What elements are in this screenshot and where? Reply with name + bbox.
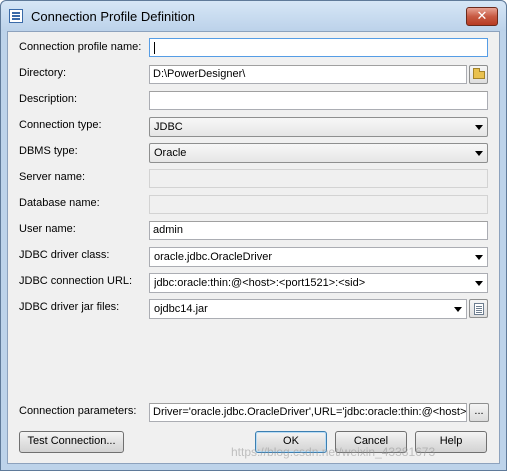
driver-jar-combo[interactable]: ojdbc14.jar xyxy=(149,299,467,319)
connection-url-combo[interactable]: jdbc:oracle:thin:@<host>:<port1521>:<sid… xyxy=(149,273,488,293)
chevron-down-icon xyxy=(475,255,483,260)
connection-parameters-input[interactable]: Driver='oracle.jdbc.OracleDriver',URL='j… xyxy=(149,403,467,422)
connection-type-value: JDBC xyxy=(154,121,183,133)
database-name-input xyxy=(149,195,488,214)
dbms-type-value: Oracle xyxy=(154,147,187,159)
connection-type-select[interactable]: JDBC xyxy=(149,117,488,137)
connection-parameters-ellipsis-button[interactable]: ... xyxy=(469,403,489,422)
dialog-window: Connection Profile Definition ✕ Connecti… xyxy=(0,0,507,471)
driver-class-label: JDBC driver class: xyxy=(19,249,110,261)
document-icon xyxy=(474,303,484,315)
chevron-down-icon xyxy=(475,281,483,286)
chevron-down-icon xyxy=(475,125,483,130)
profile-name-label: Connection profile name: xyxy=(19,41,142,53)
profile-name-input[interactable] xyxy=(149,38,488,57)
close-button[interactable]: ✕ xyxy=(466,7,498,26)
connection-url-label: JDBC connection URL: xyxy=(19,275,133,287)
server-name-input xyxy=(149,169,488,188)
connection-type-label: Connection type: xyxy=(19,119,102,131)
driver-class-combo[interactable]: oracle.jdbc.OracleDriver xyxy=(149,247,488,267)
directory-label: Directory: xyxy=(19,67,67,79)
browse-jar-button[interactable] xyxy=(469,299,488,318)
folder-icon xyxy=(473,68,485,79)
dialog-title: Connection Profile Definition xyxy=(31,9,196,24)
driver-jar-value: ojdbc14.jar xyxy=(154,303,208,315)
test-connection-button[interactable]: Test Connection... xyxy=(19,431,124,453)
dbms-type-label: DBMS type: xyxy=(19,145,78,157)
text-caret xyxy=(154,42,155,54)
description-input[interactable] xyxy=(149,91,488,110)
server-name-label: Server name: xyxy=(19,171,86,183)
driver-jar-label: JDBC driver jar files: xyxy=(19,301,120,313)
user-name-input[interactable]: admin xyxy=(149,221,488,240)
chevron-down-icon xyxy=(475,151,483,156)
browse-directory-button[interactable] xyxy=(469,65,488,84)
watermark-text: https://blog.csdn.net/weixin_43381673 xyxy=(231,445,436,459)
dbms-type-select[interactable]: Oracle xyxy=(149,143,488,163)
dialog-body: Connection profile name: Directory: D:\P… xyxy=(7,31,500,464)
app-icon xyxy=(9,9,23,23)
user-name-label: User name: xyxy=(19,223,76,235)
connection-url-value: jdbc:oracle:thin:@<host>:<port1521>:<sid… xyxy=(154,277,366,289)
driver-class-value: oracle.jdbc.OracleDriver xyxy=(154,251,272,263)
description-label: Description: xyxy=(19,93,78,105)
title-bar[interactable]: Connection Profile Definition ✕ xyxy=(1,1,506,31)
connection-parameters-label: Connection parameters: xyxy=(19,405,137,417)
directory-input[interactable]: D:\PowerDesigner\ xyxy=(149,65,467,84)
chevron-down-icon xyxy=(454,307,462,312)
database-name-label: Database name: xyxy=(19,197,100,209)
